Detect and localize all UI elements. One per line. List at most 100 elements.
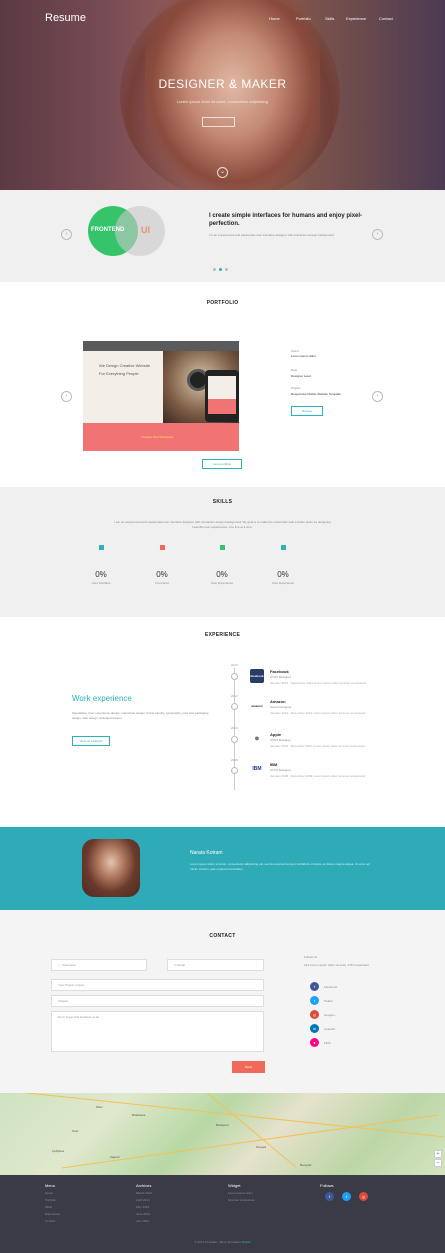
- experience-section: [0, 617, 445, 827]
- skill-marker: [280, 545, 286, 550]
- map[interactable]: Wien Bratislava Budapest Zagreb Ljubljan…: [0, 1093, 445, 1175]
- experience-title: EXPERIENCE: [204, 632, 241, 638]
- skill-item: 0% User Interface: [76, 545, 126, 585]
- nav-portfolio[interactable]: Portfolio: [296, 16, 311, 21]
- skill-value: 0%: [277, 570, 289, 579]
- footer-link[interactable]: Portfolio: [45, 1198, 56, 1202]
- job-date: 2010: [231, 726, 238, 730]
- project-field[interactable]: Your Project project: [51, 979, 264, 991]
- map-city: Ljubljana: [52, 1149, 65, 1153]
- portfolio-next-icon[interactable]: ›: [372, 391, 383, 402]
- scroll-down-icon[interactable]: ⌄: [217, 167, 228, 178]
- skill-item: 0% User Experience: [197, 545, 247, 585]
- client-label: Client: [291, 349, 299, 353]
- nav-skills[interactable]: Skills: [325, 16, 334, 21]
- portfolio-title: PORTFOLIO: [206, 300, 239, 306]
- map-road: [143, 1093, 297, 1169]
- footer-link[interactable]: June 2014: [136, 1212, 150, 1216]
- map-zoom-in-icon[interactable]: +: [434, 1150, 442, 1158]
- avatar: [82, 839, 140, 897]
- map-city: Graz: [72, 1129, 79, 1133]
- nav-contact[interactable]: Contact: [379, 16, 393, 21]
- map-city: Budapest: [216, 1123, 229, 1127]
- client-value: Lorem ipsum dolor: [291, 354, 316, 358]
- job-role: UI/UX Designer: [270, 738, 291, 742]
- footer-link[interactable]: March 2014: [136, 1191, 152, 1195]
- hero-section: [0, 0, 445, 190]
- email-field[interactable]: ✉ Email: [167, 959, 264, 971]
- twitter-icon[interactable]: t: [310, 996, 319, 1005]
- twitter-icon[interactable]: t: [342, 1192, 351, 1201]
- skill-label: User Interface: [91, 581, 111, 585]
- flickr-icon[interactable]: ●: [310, 1038, 319, 1047]
- linkedin-icon[interactable]: in: [310, 1024, 319, 1033]
- map-city: Wien: [96, 1105, 103, 1109]
- footer-link[interactable]: May 2014: [136, 1205, 149, 1209]
- mock-footer-text: Creative Tool Showcase: [141, 435, 174, 439]
- google-plus-icon[interactable]: g: [359, 1192, 368, 1201]
- map-zoom-out-icon[interactable]: −: [434, 1159, 442, 1167]
- circle-label-ui: UI: [141, 225, 150, 235]
- linkedin-button[interactable]: View on LinkedIn: [72, 736, 110, 746]
- slider-prev-icon[interactable]: ‹: [61, 229, 72, 240]
- facebook-icon[interactable]: f: [325, 1192, 334, 1201]
- nav-home[interactable]: Home: [269, 16, 280, 21]
- job-date: 2008: [231, 758, 238, 762]
- slider-next-icon[interactable]: ›: [372, 229, 383, 240]
- skill-marker: [219, 545, 225, 550]
- footer-link[interactable]: Experience: [45, 1212, 60, 1216]
- job-desc: January 2012 - December 2012 Lorem ipsum…: [270, 711, 366, 715]
- facebook-icon[interactable]: f: [310, 982, 319, 991]
- job-role: Senior Designer: [270, 705, 292, 709]
- footer-link[interactable]: Contact: [45, 1219, 55, 1223]
- role-label: Role: [291, 368, 298, 372]
- job-company: IBM: [270, 762, 278, 767]
- portfolio-prev-icon[interactable]: ‹: [61, 391, 72, 402]
- skill-marker: [98, 545, 104, 550]
- footer-link[interactable]: April 2014: [136, 1198, 150, 1202]
- social-label[interactable]: Google+: [324, 1013, 335, 1017]
- skill-label: User Experience: [210, 581, 234, 585]
- brand-logo[interactable]: Resume: [45, 12, 86, 24]
- job-role: UI/UX Designer: [270, 675, 291, 679]
- skill-label: User Experience: [271, 581, 295, 585]
- timeline-dot: [231, 673, 238, 680]
- footer-text: Lorem ipsum dolor: [228, 1191, 253, 1195]
- footer-menu-title: Menu: [45, 1183, 56, 1188]
- profile-text: Lorem ipsum dolor sit amet, consectetur …: [190, 862, 370, 871]
- copyright-text: © 2014 Template - More Templates: [194, 1240, 241, 1244]
- phone-mockup: [205, 370, 239, 422]
- project-value: Responsive Mobile Website Template: [291, 392, 341, 396]
- hero-subtitle: Lorem ipsum dolor sit amet, consectetur …: [177, 99, 268, 104]
- copyright-link[interactable]: Mobile: [242, 1240, 251, 1244]
- subject-field[interactable]: Subject: [51, 995, 264, 1007]
- email-placeholder: Email: [177, 963, 185, 967]
- hero-button[interactable]: [202, 117, 235, 127]
- nav-experience[interactable]: Experience: [346, 16, 366, 21]
- social-label[interactable]: LinkedIn: [324, 1027, 335, 1031]
- footer-link[interactable]: July 2014: [136, 1219, 149, 1223]
- name-field[interactable]: ☺ Username: [51, 959, 147, 971]
- slider-dots[interactable]: [213, 268, 228, 271]
- job-desc: January 2013 - September 2014 Lorem ipsu…: [270, 681, 367, 685]
- more-portfolio-button[interactable]: more portfolio: [202, 459, 242, 469]
- ibm-logo-icon: IBM: [250, 762, 264, 776]
- send-button[interactable]: Send: [232, 1061, 265, 1073]
- project-label: Project: [291, 386, 301, 390]
- apple-logo-icon: ●: [250, 731, 264, 745]
- about-title: I create simple interfaces for humans an…: [209, 213, 363, 227]
- skills-title: SKILLS: [212, 499, 233, 505]
- footer-text: Sit amet consectetur: [228, 1198, 256, 1202]
- social-label[interactable]: Twitter: [324, 999, 333, 1003]
- role-value: Designer Lead: [291, 374, 311, 378]
- message-field[interactable]: Don't forget that kindness is all: [51, 1011, 264, 1052]
- google-plus-icon[interactable]: g: [310, 1010, 319, 1019]
- social-label[interactable]: Flickr: [324, 1041, 331, 1045]
- browse-button[interactable]: Browse: [291, 406, 323, 416]
- timeline-dot: [231, 767, 238, 774]
- footer-link[interactable]: Skills: [45, 1205, 52, 1209]
- job-company: Apple: [270, 732, 282, 737]
- map-city: Bratislava: [132, 1113, 146, 1117]
- social-label[interactable]: Facebook: [324, 985, 337, 989]
- footer-link[interactable]: Home: [45, 1191, 53, 1195]
